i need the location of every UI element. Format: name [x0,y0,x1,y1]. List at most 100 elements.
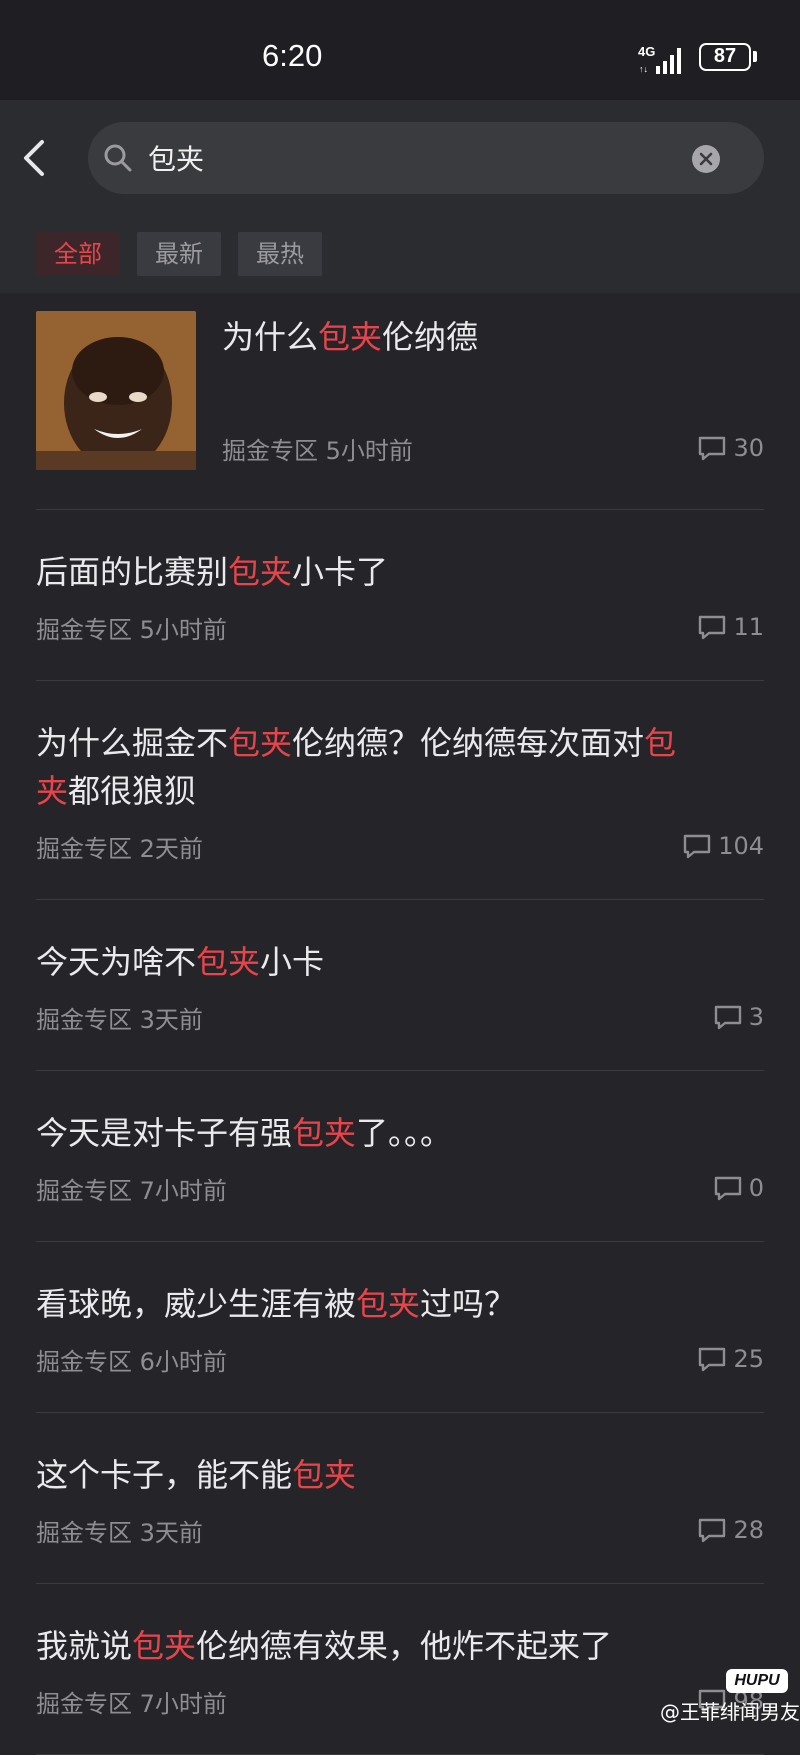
forum-name: 掘金专区 [36,615,132,644]
tab-all[interactable]: 全部 [36,232,120,276]
result-meta: 掘金专区 7小时前 98 [36,1684,764,1718]
result-meta: 掘金专区 5小时前 11 [36,610,764,644]
result-meta: 掘金专区 7小时前 0 [36,1171,764,1205]
title-keyword-highlight: 包夹 [356,1285,421,1323]
title-text: 伦纳德？伦纳德每次面对 [292,724,645,762]
result-meta: 掘金专区 2天前 104 [36,829,764,863]
result-title: 今天是对卡子有强包夹了。。。 [36,1109,764,1157]
result-source: 掘金专区 3天前 [36,1513,203,1548]
comment-icon [714,1176,741,1201]
title-keyword-highlight: 包夹 [132,1627,197,1665]
svg-text:↑↓: ↑↓ [639,64,648,74]
title-keyword-highlight: 包夹 [196,943,261,981]
title-text: 过吗？ [420,1285,517,1323]
comment-count-value: 11 [733,613,764,641]
result-title: 今天为啥不包夹小卡 [36,938,764,986]
result-source: 掘金专区 7小时前 [36,1171,227,1206]
result-item[interactable]: 为什么包夹伦纳德 掘金专区 5小时前 30 [36,293,764,510]
result-item[interactable]: 今天为啥不包夹小卡 掘金专区 3天前 3 [36,900,764,1071]
result-source: 掘金专区 5小时前 [36,610,227,645]
result-title: 这个卡子，能不能包夹 [36,1451,764,1499]
comment-count: 25 [697,1345,764,1373]
watermark-text: @王菲绯闻男友 [660,1700,800,1724]
post-time: 7小时前 [139,1689,227,1718]
result-title: 我就说包夹伦纳德有效果，他炸不起来了 [36,1622,764,1670]
post-time: 7小时前 [139,1176,227,1205]
forum-name: 掘金专区 [222,436,318,465]
title-keyword-highlight: 包夹 [318,318,383,356]
title-text: 小卡了 [292,553,389,591]
comment-count-value: 3 [748,1003,764,1031]
title-text: 这个卡子，能不能 [36,1456,293,1494]
post-thumbnail-image [36,311,196,470]
status-time: 6:20 [262,38,323,73]
result-item[interactable]: 看球晚，威少生涯有被包夹过吗？ 掘金专区 6小时前 25 [36,1242,764,1413]
comment-count-value: 30 [733,434,764,462]
tab-latest[interactable]: 最新 [137,232,221,276]
title-text: 为什么掘金不 [36,724,229,762]
forum-name: 掘金专区 [36,1005,132,1034]
result-item[interactable]: 今天是对卡子有强包夹了。。。 掘金专区 7小时前 0 [36,1071,764,1242]
comment-count: 0 [713,1174,764,1202]
forum-name: 掘金专区 [36,1176,132,1205]
title-text: 伦纳德有效果，他炸不起来了 [196,1627,613,1665]
forum-name: 掘金专区 [36,1689,132,1718]
result-source: 掘金专区 3天前 [36,1000,203,1035]
result-meta: 掘金专区 3天前 3 [36,1000,764,1034]
signal-icon: 4G ↑↓ [638,44,681,74]
title-keyword-highlight: 包夹 [292,1114,357,1152]
post-time: 2天前 [139,834,203,863]
title-keyword-highlight: 包 [644,724,677,762]
title-text: 看球晚，威少生涯有被 [36,1285,357,1323]
forum-name: 掘金专区 [36,834,132,863]
title-text: 伦纳德 [382,318,479,356]
result-meta: 掘金专区 5小时前 30 [222,431,764,465]
clear-search-icon[interactable] [692,145,720,173]
filter-tabs: 全部 最新 最热 [36,232,322,276]
post-time: 3天前 [139,1005,203,1034]
post-time: 3天前 [139,1518,203,1547]
search-input[interactable] [148,136,668,180]
search-icon [104,144,132,172]
comment-icon [699,615,726,640]
result-title: 看球晚，威少生涯有被包夹过吗？ [36,1280,764,1328]
comment-icon [699,436,726,461]
title-text: 今天为啥不 [36,943,197,981]
title-text: 后面的比赛别 [36,553,229,591]
title-keyword-highlight: 包夹 [228,724,293,762]
comment-count-value: 104 [718,832,764,860]
result-source: 掘金专区 7小时前 [36,1684,227,1719]
back-arrow-icon[interactable] [18,136,52,180]
status-bar: 6:20 4G ↑↓ 87 [0,0,800,100]
result-source: 掘金专区 2天前 [36,829,203,864]
result-item[interactable]: 后面的比赛别包夹小卡了 掘金专区 5小时前 11 [36,510,764,681]
comment-count: 3 [713,1003,764,1031]
result-meta: 掘金专区 6小时前 25 [36,1342,764,1376]
result-item[interactable]: 这个卡子，能不能包夹 掘金专区 3天前 28 [36,1413,764,1584]
result-item[interactable]: 为什么掘金不包夹伦纳德？伦纳德每次面对包 夹都很狼狈 掘金专区 2天前 104 [36,681,764,900]
search-results-list: 为什么包夹伦纳德 掘金专区 5小时前 30 后面的比赛别包夹小卡了 掘金专区 5… [0,293,800,1755]
comment-count-value: 0 [748,1174,764,1202]
result-source: 掘金专区 6小时前 [36,1342,227,1377]
title-keyword-highlight: 包夹 [292,1456,357,1494]
comment-count-value: 25 [733,1345,764,1373]
title-keyword-highlight: 夹 [36,772,69,810]
result-source: 掘金专区 5小时前 [222,431,413,466]
comment-count: 11 [697,613,764,641]
forum-name: 掘金专区 [36,1518,132,1547]
title-keyword-highlight: 包夹 [228,553,293,591]
result-meta: 掘金专区 3天前 28 [36,1513,764,1547]
title-text: 为什么 [222,318,319,356]
result-title: 为什么掘金不包夹伦纳德？伦纳德每次面对包 夹都很狼狈 [36,719,764,815]
battery-icon: 87 [699,43,751,71]
post-time: 5小时前 [139,615,227,644]
result-item[interactable]: 我就说包夹伦纳德有效果，他炸不起来了 掘金专区 7小时前 98 [36,1584,764,1755]
result-title: 为什么包夹伦纳德 [222,313,478,361]
result-title: 后面的比赛别包夹小卡了 [36,548,764,596]
tab-hottest[interactable]: 最热 [238,232,322,276]
title-text: 今天是对卡子有强 [36,1114,293,1152]
network-type: 4G [638,44,655,59]
title-text: 了。。。 [356,1114,453,1152]
title-text: 我就说 [36,1627,133,1665]
battery-tip [753,51,757,62]
